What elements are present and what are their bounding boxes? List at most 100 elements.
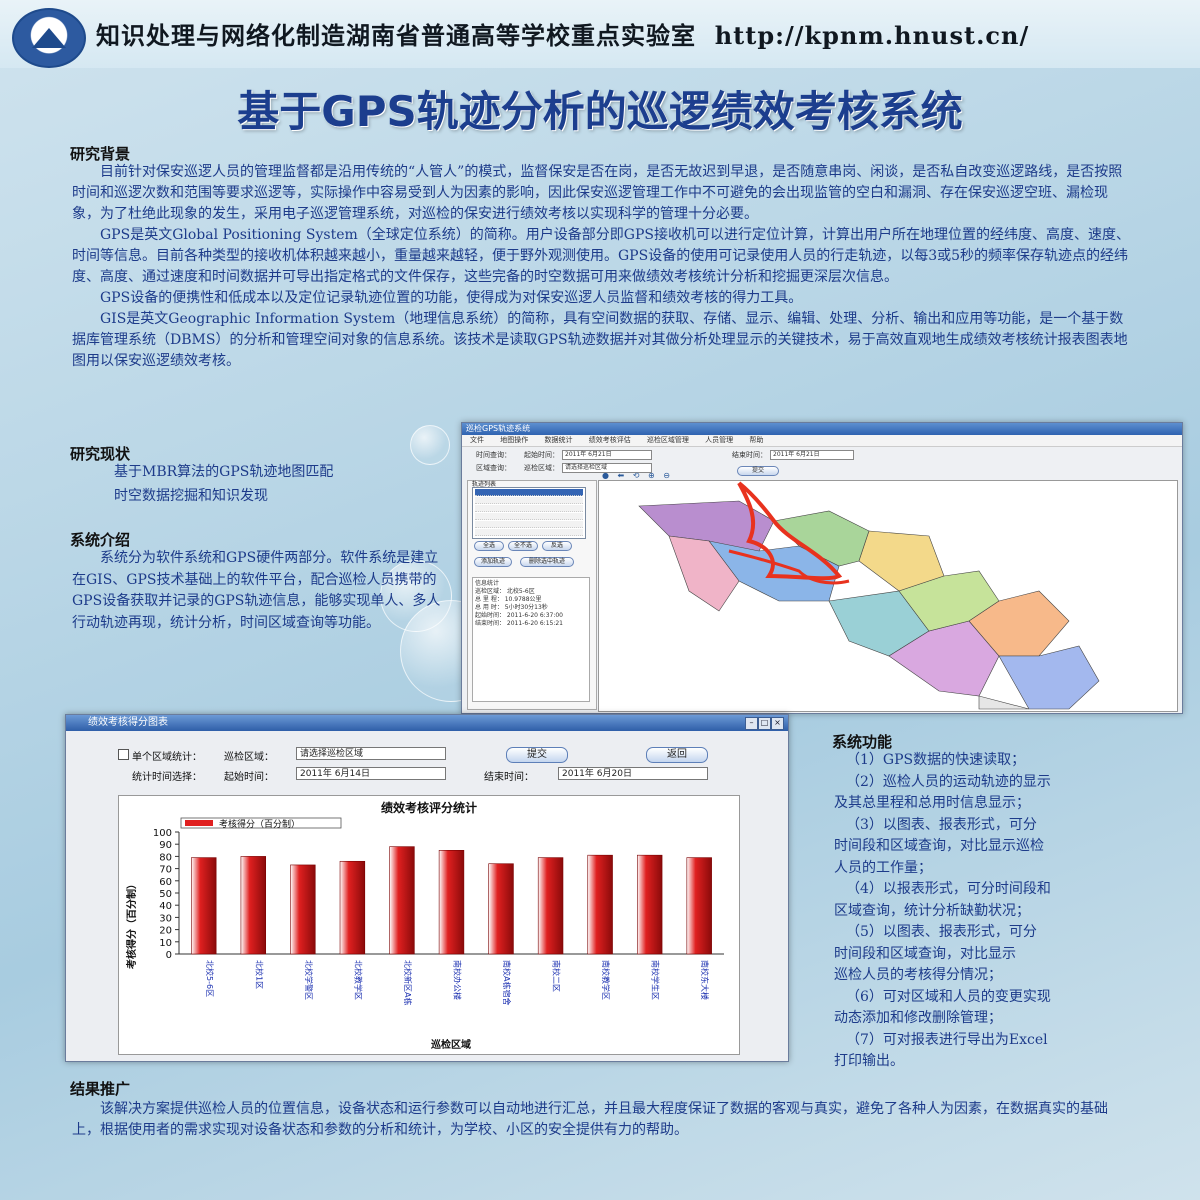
menu-item[interactable]: 地图操作 [500, 436, 528, 444]
period-label: 统计时间选择： [132, 772, 202, 783]
menu-item[interactable]: 帮助 [749, 436, 763, 444]
header-bar: 知识处理与网络化制造湖南省普通高等学校重点实验室 http://kpnm.hnu… [0, 0, 1200, 68]
status-list: 基于MBR算法的GPS轨迹地图匹配 时空数据挖掘和知识发现 [114, 462, 434, 507]
background-paragraph: GPS设备的便携性和低成本以及定位记录轨迹位置的功能，使得成为对保安巡逻人员监督… [100, 290, 803, 306]
function-line: 区域查询，统计分析缺勤状况； [834, 902, 1030, 919]
header-url[interactable]: http://kpnm.hnust.cn/ [715, 21, 1030, 50]
gps-query-form: 时间查询： 起始时间： 2011年 6月21日 结束时间： 2011年 6月21… [462, 447, 1182, 479]
score-chart: 绩效考核评分统计 考核得分（百分制） 考核得分（百分制） 巡检区域 01020 3… [125, 800, 724, 1051]
functions-list: （1）GPS数据的快速读取； （2）巡检人员的运动轨迹的显示 及其总里程和总用时… [834, 750, 1154, 1073]
function-line: 巡检人员的考核得分情况； [834, 967, 1002, 983]
submit-button[interactable]: 提交 [506, 747, 568, 763]
back-button[interactable]: 返回 [646, 747, 708, 763]
menu-item[interactable]: 巡检区域管理 [647, 436, 689, 444]
single-region-checkbox[interactable] [118, 749, 129, 760]
menu-item[interactable]: 人员管理 [705, 436, 733, 444]
function-line: （4）以报表形式，可分时间段和 [846, 881, 1051, 897]
y-tick-label: 50 [159, 889, 172, 900]
select-all-button[interactable]: 全选 [474, 541, 504, 551]
campus-map [638, 481, 1100, 710]
region-select[interactable]: 请选择巡检区域 [296, 747, 446, 760]
end-date-field[interactable]: 2011年 6月20日 [558, 767, 708, 780]
x-tick-label: 南校二区 [552, 960, 562, 992]
chart-bar [290, 864, 316, 955]
map-toolbar[interactable]: ● ⬅ ⟲ ⊕ ⊖ [602, 471, 673, 480]
add-track-button[interactable]: 添加轨迹 [474, 557, 512, 567]
select-none-button[interactable]: 全不选 [508, 541, 538, 551]
section-heading-background: 研究背景 [70, 145, 131, 163]
background-text: 目前针对保安巡逻人员的管理监督都是沿用传统的“人管人”的模式，监督保安是否在岗，… [72, 162, 1132, 372]
close-icon[interactable]: × [771, 717, 784, 730]
gps-menu-bar: 文件 地图操作 数据统计 绩效考核评估 巡检区域管理 人员管理 帮助 [462, 435, 1182, 447]
legend-label: 考核得分（百分制） [219, 818, 300, 830]
patrol-region-label: 巡检区域： [524, 464, 559, 472]
gps-window-title: 巡检GPS轨迹系统 [462, 423, 1182, 435]
section-heading-intro: 系统介绍 [70, 531, 131, 549]
submit-button[interactable]: 提交 [737, 466, 779, 476]
legend-swatch [185, 820, 213, 826]
poster-title: 基于GPS轨迹分析的巡逻绩效考核系统 [237, 87, 963, 136]
track-list[interactable] [472, 487, 586, 539]
end-label: 结束时间： [484, 772, 534, 783]
function-line: 时间段和区域查询，对比显示 [834, 945, 1016, 962]
x-tick-label: 北校5-6区 [205, 960, 215, 997]
gps-app-screenshot: 巡检GPS轨迹系统 文件 地图操作 数据统计 绩效考核评估 巡检区域管理 人员管… [461, 422, 1183, 714]
chart-window: 绩效考核得分图表 – □ × 单个区域统计： 巡检区域： 请选择巡检区域 提交 … [65, 714, 789, 1062]
x-tick-label: 北校新区A栋 [403, 960, 413, 1005]
function-line: （7）可对报表进行导出为Excel [846, 1031, 1048, 1048]
function-line: （1）GPS数据的快速读取； [846, 752, 1026, 768]
section-heading-result: 结果推广 [70, 1080, 131, 1098]
end-date-field[interactable]: 2011年 6月21日 [770, 450, 854, 460]
start-date-field[interactable]: 2011年 6月14日 [296, 767, 446, 780]
chart-bar [240, 856, 267, 955]
chart-window-titlebar: 绩效考核得分图表 – □ × [66, 715, 788, 731]
minimize-icon[interactable]: – [745, 717, 758, 730]
info-line: 总 里 程： 10.9788公里 [475, 596, 542, 603]
y-tick-label: 40 [159, 901, 172, 912]
single-region-label: 单个区域统计： [132, 752, 202, 763]
chart-panel: 绩效考核评分统计 考核得分（百分制） 考核得分（百分制） 巡检区域 0 10 20 3… [118, 795, 740, 1055]
y-tick-label: 10 [159, 938, 172, 949]
chart-window-title: 绩效考核得分图表 [88, 717, 168, 728]
y-tick-label: 100 [153, 828, 172, 839]
y-tick-label: 70 [159, 865, 172, 876]
chart-bar [339, 860, 366, 955]
chart-bar [488, 863, 514, 955]
maximize-icon[interactable]: □ [758, 717, 771, 730]
chart-bar [587, 854, 613, 955]
menu-item[interactable]: 数据统计 [544, 436, 572, 444]
section-heading-functions: 系统功能 [832, 733, 893, 751]
function-line: 及其总里程和总用时信息显示； [834, 795, 1030, 811]
start-label: 起始时间： [224, 772, 274, 783]
header-lab-name: 知识处理与网络化制造湖南省普通高等学校重点实验室 http://kpnm.hnu… [96, 21, 1030, 50]
invert-select-button[interactable]: 反选 [542, 541, 572, 551]
gps-map[interactable] [598, 480, 1178, 712]
menu-item[interactable]: 文件 [470, 436, 484, 444]
list-item: 基于MBR算法的GPS轨迹地图匹配 [114, 464, 334, 480]
start-date-field[interactable]: 2011年 6月21日 [562, 450, 652, 460]
function-line: （3）以图表、报表形式，可分 [846, 816, 1037, 833]
y-axis-label: 考核得分（百分制） [125, 879, 138, 969]
x-tick-label: 南校东大楼 [700, 960, 710, 1000]
info-panel: 信息统计 巡检区域： 北校5-6区 总 里 程： 10.9788公里 总 用 时… [472, 577, 590, 702]
menu-item[interactable]: 绩效考核评估 [589, 436, 631, 444]
track-panel: 轨迹列表 全选 全不选 反选 添加轨迹 删除选中轨迹 信息统计 巡检区域： 北校… [467, 480, 597, 710]
y-tick-label: 90 [159, 840, 172, 851]
chart-bar [389, 846, 415, 955]
region-query-label: 区域查询： [476, 464, 511, 472]
delete-track-button[interactable]: 删除选中轨迹 [520, 557, 574, 567]
chart-bar [686, 857, 712, 955]
function-line: （2）巡检人员的运动轨迹的显示 [846, 773, 1051, 790]
section-heading-status: 研究现状 [70, 445, 131, 463]
y-tick-label: 30 [159, 913, 172, 924]
background-paragraph: 目前针对保安巡逻人员的管理监督都是沿用传统的“人管人”的模式，监督保安是否在岗，… [72, 164, 1123, 222]
y-tick-label: 20 [159, 926, 172, 937]
background-paragraph: GIS是英文Geographic Information System（地理信息… [72, 311, 1128, 369]
x-tick-label: 南校A栋宿舍 [502, 960, 512, 1005]
x-tick-label: 南校学生区 [651, 960, 661, 1000]
function-line: 打印输出。 [834, 1053, 904, 1069]
chart-bar [537, 857, 564, 955]
function-line: （6）可对区域和人员的变更实现 [846, 988, 1051, 1005]
info-line: 巡检区域： 北校5-6区 [475, 588, 535, 595]
info-line: 总 用 时： 5小时30分13秒 [475, 604, 548, 611]
